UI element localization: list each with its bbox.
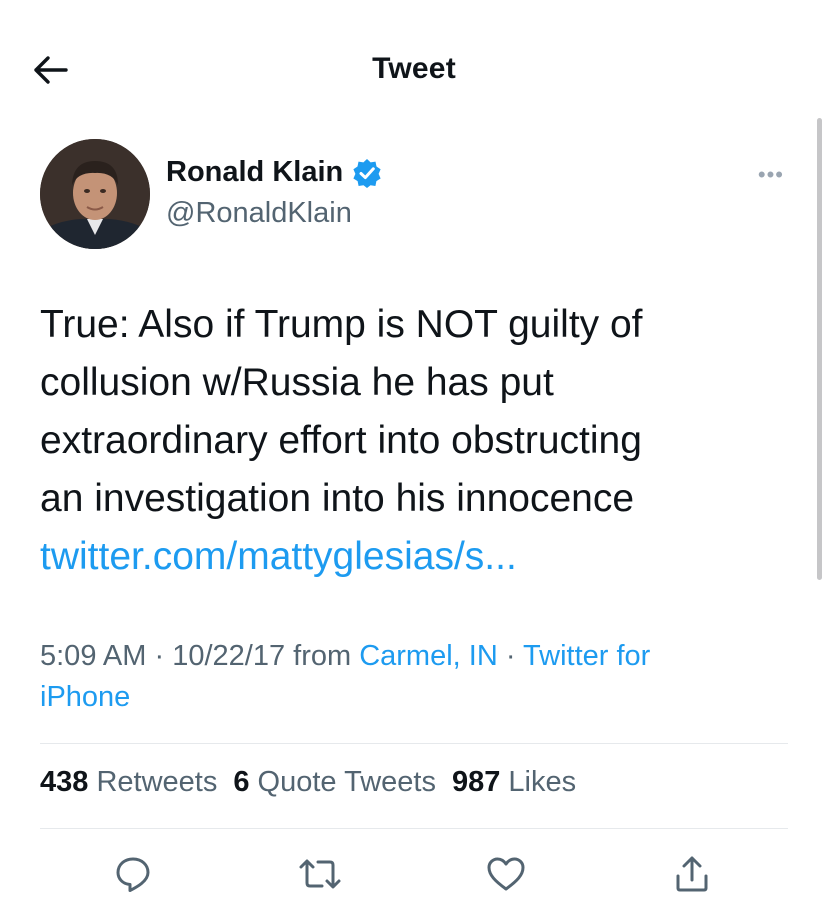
page-title: Tweet xyxy=(372,52,456,85)
divider xyxy=(40,743,788,744)
tweet-meta: 5:09 AM · 10/22/17 from Carmel, IN · Twi… xyxy=(40,640,651,713)
share-button[interactable] xyxy=(667,848,717,900)
retweet-icon xyxy=(299,859,341,889)
tweet-line: collusion w/Russia he has put xyxy=(40,361,554,404)
likes-stat[interactable]: 987 Likes xyxy=(452,766,576,799)
location-link[interactable]: Carmel, IN xyxy=(359,640,498,672)
like-icon xyxy=(487,857,525,891)
quote-tweets-stat[interactable]: 6 Quote Tweets xyxy=(233,766,436,799)
retweet-button[interactable] xyxy=(295,848,345,900)
avatar-image xyxy=(40,139,150,249)
source-text-2: iPhone xyxy=(40,681,131,713)
tweet-detail-screen: Tweet Ronald Klain @RonaldKlain ••• True… xyxy=(0,0,828,920)
reply-button[interactable] xyxy=(108,848,158,900)
source-text-1: Twitter for xyxy=(523,640,651,672)
more-icon: ••• xyxy=(757,162,784,187)
retweets-count: 438 xyxy=(40,766,89,798)
verified-badge-icon xyxy=(353,158,381,188)
tweet-stats: 438 Retweets 6 Quote Tweets 987 Likes xyxy=(40,766,576,799)
tweet-line: an investigation into his innocence xyxy=(40,477,635,520)
quotes-count: 6 xyxy=(233,766,250,798)
tweet-line: True: Also if Trump is NOT guilty of xyxy=(40,303,643,346)
retweets-label: Retweets xyxy=(96,766,218,798)
tweet-date: 10/22/17 xyxy=(172,640,286,672)
likes-count: 987 xyxy=(451,766,501,798)
author-name: Ronald Klain xyxy=(166,156,344,188)
author-handle[interactable]: @RonaldKlain xyxy=(166,197,352,230)
tweet-link[interactable]: twitter.com/mattyglesias/s... xyxy=(40,528,800,586)
retweets-stat[interactable]: 438 Retweets xyxy=(40,766,217,799)
tweet-time: 5:09 AM xyxy=(40,640,147,672)
reply-icon xyxy=(116,857,150,892)
tweet-text: True: Also if Trump is NOT guilty of col… xyxy=(40,296,800,586)
divider xyxy=(40,828,788,829)
like-button[interactable] xyxy=(481,848,531,900)
likes-label: Likes xyxy=(508,766,577,798)
quotes-label: Quote Tweets xyxy=(257,766,436,798)
share-icon xyxy=(676,856,708,892)
author-name-row[interactable]: Ronald Klain xyxy=(166,156,382,189)
from-label: from xyxy=(293,640,352,672)
avatar[interactable] xyxy=(40,139,150,249)
scrollbar[interactable] xyxy=(817,118,822,580)
tweet-line: extraordinary effort into obstructing xyxy=(40,419,642,462)
more-options-button[interactable]: ••• xyxy=(758,162,784,188)
